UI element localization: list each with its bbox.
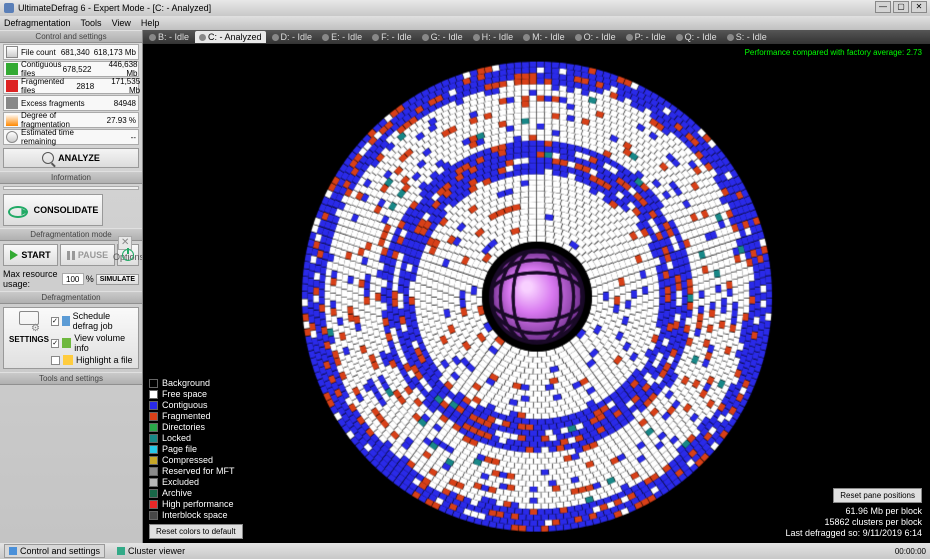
settings-box: SETTINGS ✓Schedule defrag job ✓View volu… (3, 307, 139, 369)
drive-icon (322, 34, 329, 41)
stat-degree: Degree of fragmentation 27.93 % (3, 112, 139, 128)
pause-button[interactable]: PAUSE (60, 244, 115, 266)
power-icon (122, 249, 134, 261)
disk-visualization[interactable] (277, 56, 797, 536)
main-view: B: - Idle C: - Analyzed D: - Idle E: - I… (143, 30, 930, 543)
drive-icon (626, 34, 633, 41)
clock-icon (6, 131, 18, 143)
volumeinfo-row[interactable]: ✓View volume info (51, 333, 135, 353)
section-control: Control and settings (0, 30, 142, 43)
reset-colors-button[interactable]: Reset colors to default (149, 524, 243, 539)
drive-tab-h[interactable]: H: - Idle (469, 31, 518, 43)
footer-tab-cluster[interactable]: Cluster viewer (113, 545, 189, 557)
degree-icon (6, 114, 18, 126)
left-panel: Control and settings File count 681,340 … (0, 30, 143, 543)
excess-icon (6, 97, 18, 109)
stat-contiguous: Contiguous files 678,522 446,638 Mb (3, 61, 139, 77)
checkbox[interactable]: ✓ (51, 339, 59, 348)
stat-excess: Excess fragments 84948 (3, 95, 139, 111)
stat-filecount: File count 681,340 618,173 Mb (3, 44, 139, 60)
legend-swatch (149, 379, 158, 388)
section-defrag: Defragmentation (0, 291, 142, 304)
maximize-button[interactable]: ▢ (893, 1, 909, 13)
tab-icon (117, 547, 125, 555)
menu-tools[interactable]: Tools (81, 18, 102, 28)
fragmented-icon (6, 80, 18, 92)
bottom-info: 61.96 Mb per block 15862 clusters per bl… (786, 506, 922, 539)
consolidate-icon (8, 200, 28, 220)
drive-tab-o[interactable]: O: - Idle (571, 31, 620, 43)
settings-icon (18, 311, 40, 333)
drive-icon (676, 34, 683, 41)
drive-tab-c[interactable]: C: - Analyzed (195, 31, 266, 43)
options-icon (118, 236, 132, 250)
consolidate-button[interactable]: CONSOLIDATE (3, 194, 103, 226)
play-icon (10, 250, 18, 260)
resource-row: Max resource usage: % SIMULATE (3, 269, 139, 289)
menubar: Defragmentation Tools View Help (0, 16, 930, 30)
contiguous-icon (6, 63, 18, 75)
drive-icon (523, 34, 530, 41)
drive-icon (272, 34, 279, 41)
pause-icon (67, 251, 75, 260)
stat-fragmented: Fragmented files 2818 171,535 Mb (3, 78, 139, 94)
drive-tabs: B: - Idle C: - Analyzed D: - Idle E: - I… (143, 30, 930, 44)
close-button[interactable]: ✕ (911, 1, 927, 13)
checkbox[interactable]: ✓ (51, 317, 59, 326)
menu-help[interactable]: Help (141, 18, 160, 28)
settings-button[interactable]: SETTINGS (7, 335, 51, 344)
schedule-row[interactable]: ✓Schedule defrag job (51, 311, 135, 331)
section-info: Information (0, 171, 142, 184)
drive-icon (199, 34, 206, 41)
stat-eta: Estimated time remaining -- (3, 129, 139, 145)
reset-pane-button[interactable]: Reset pane positions (833, 488, 922, 503)
simulate-button[interactable]: SIMULATE (96, 274, 139, 285)
drive-icon (473, 34, 480, 41)
checkbox[interactable] (51, 356, 60, 365)
drive-tab-e[interactable]: E: - Idle (318, 31, 366, 43)
drive-tab-p[interactable]: P: - Idle (622, 31, 670, 43)
drive-tab-d[interactable]: D: - Idle (268, 31, 317, 43)
drive-tab-g[interactable]: G: - Idle (418, 31, 467, 43)
resource-input[interactable] (62, 273, 84, 285)
footer-tab-control[interactable]: Control and settings (4, 544, 105, 558)
files-icon (6, 46, 18, 58)
schedule-icon (62, 316, 70, 326)
app-icon (4, 3, 14, 13)
drive-icon (149, 34, 156, 41)
section-tools: Tools and settings (0, 372, 142, 385)
drive-tab-q[interactable]: Q: - Idle (672, 31, 721, 43)
window-title: UltimateDefrag 6 - Expert Mode - [C: - A… (18, 3, 211, 13)
drive-icon (575, 34, 582, 41)
footer-tabs: Control and settings Cluster viewer 00:0… (0, 543, 930, 559)
drive-icon (727, 34, 734, 41)
drive-icon (372, 34, 379, 41)
drive-icon (422, 34, 429, 41)
status-time: 00:00:00 (895, 547, 926, 556)
highlight-row[interactable]: Highlight a file (51, 355, 135, 365)
info-box (3, 186, 139, 190)
start-button[interactable]: START (3, 244, 58, 266)
drive-tab-s[interactable]: S: - Idle (723, 31, 771, 43)
menu-defrag[interactable]: Defragmentation (4, 18, 71, 28)
tab-icon (9, 547, 17, 555)
drive-tab-b[interactable]: B: - Idle (145, 31, 193, 43)
titlebar: UltimateDefrag 6 - Expert Mode - [C: - A… (0, 0, 930, 16)
drive-tab-m[interactable]: M: - Idle (519, 31, 569, 43)
minimize-button[interactable]: — (875, 1, 891, 13)
drive-tab-f[interactable]: F: - Idle (368, 31, 416, 43)
analyze-button[interactable]: ANALYZE (3, 148, 139, 168)
volume-icon (62, 338, 71, 348)
highlight-icon (63, 355, 73, 365)
legend: Background Free space Contiguous Fragmen… (149, 378, 235, 521)
menu-view[interactable]: View (112, 18, 131, 28)
magnify-icon (42, 152, 54, 164)
